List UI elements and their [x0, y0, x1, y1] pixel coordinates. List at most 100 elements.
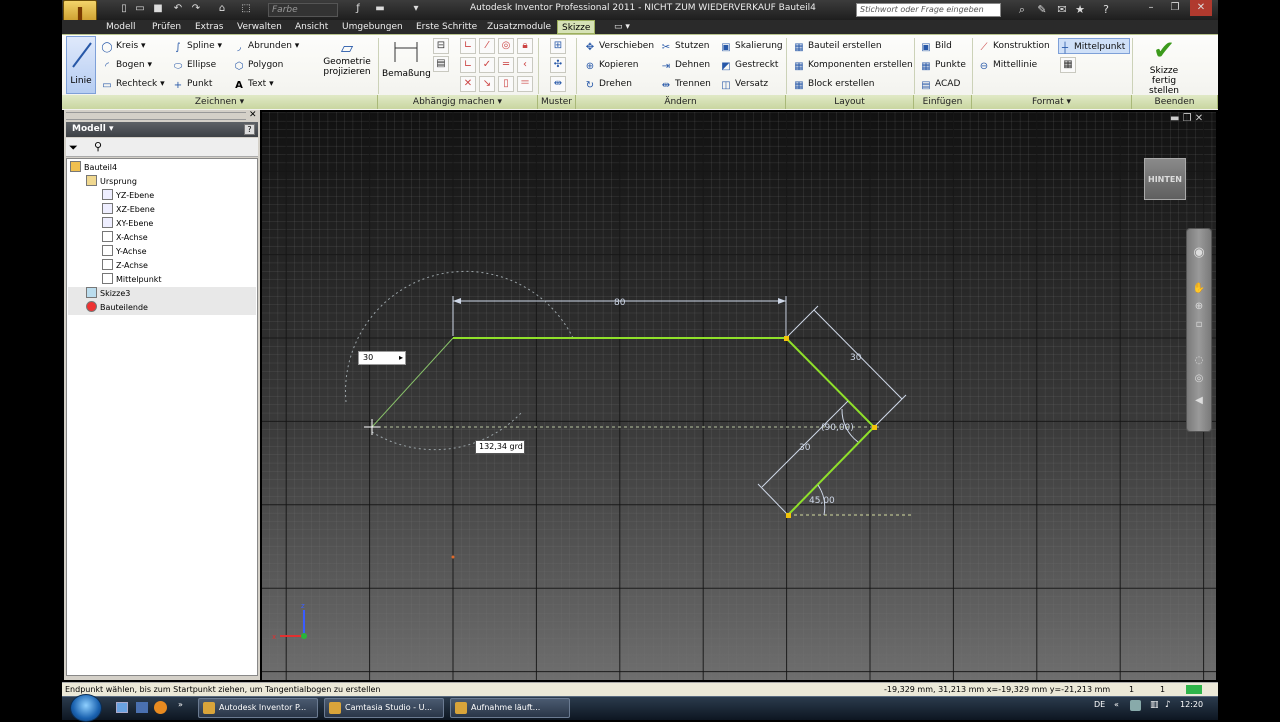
function-icon[interactable]: ƒ [352, 3, 364, 15]
arc-button[interactable]: ◜ Bogen ▾ [101, 57, 152, 73]
open-icon[interactable]: ▭ [134, 3, 146, 15]
points-button[interactable]: ▦ Punkte [920, 57, 966, 73]
viewport-close-icon[interactable]: ✕ [1195, 113, 1203, 124]
tree-node[interactable]: Z-Achse [68, 259, 256, 273]
show-constraints-icon[interactable]: ▤ [433, 56, 449, 72]
concentric-icon[interactable]: ✕ [460, 76, 476, 92]
start-button[interactable] [70, 694, 102, 722]
tray-app-icon[interactable] [1130, 700, 1141, 711]
ellipse-button[interactable]: ⬭ Ellipse [172, 57, 216, 73]
tree-node[interactable]: YZ-Ebene [68, 189, 256, 203]
new-icon[interactable]: ▯ [118, 3, 130, 15]
select-icon[interactable]: ⬚ [240, 3, 252, 15]
make-part-button[interactable]: ▦ Bauteil erstellen [793, 38, 881, 54]
find-icon[interactable]: ⚲ [94, 140, 102, 153]
steering-wheel-icon[interactable]: ◉ [1192, 246, 1206, 260]
minimize-icon[interactable]: – [1140, 0, 1162, 16]
tree-node[interactable]: Skizze3 [68, 287, 256, 301]
tree-node[interactable]: XZ-Ebene [68, 203, 256, 217]
center-point-button[interactable]: ┼ Mittelpunkt [1058, 38, 1131, 54]
task-inventor[interactable]: Autodesk Inventor P... [198, 698, 318, 718]
driven-dimension-icon[interactable]: ▦ [1060, 57, 1076, 73]
panel-close-icon[interactable]: ✕ [249, 110, 259, 120]
extend-button[interactable]: ⇥ Dehnen [660, 57, 710, 73]
close-icon[interactable]: ✕ [1190, 0, 1212, 16]
tab-ansicht[interactable]: Ansicht [291, 20, 332, 34]
dimension-button[interactable]: Bemaßung [382, 38, 431, 94]
image-button[interactable]: ▣ Bild [920, 38, 952, 54]
pan-icon[interactable]: ✋ [1192, 282, 1206, 296]
language-indicator[interactable]: DE [1094, 700, 1105, 709]
restore-icon[interactable]: ❐ [1164, 0, 1186, 16]
line-button[interactable]: Linie [66, 36, 96, 94]
polygon-button[interactable]: ⬡ Polygon [233, 57, 284, 73]
sketch-geometry[interactable]: 80 30 30 (90,00) 45,00 x z [262, 112, 1216, 680]
tree-node[interactable]: XY-Ebene [68, 217, 256, 231]
tangent-icon[interactable]: ◎ [498, 38, 514, 54]
symmetric-icon[interactable]: ▯ [498, 76, 514, 92]
search-icon[interactable]: ⌕ [1016, 4, 1028, 16]
vertical-icon[interactable]: ‹ [517, 57, 533, 73]
home-icon[interactable]: ⌂ [216, 3, 228, 15]
network-icon[interactable]: ▥ [1150, 700, 1159, 710]
horizontal-icon[interactable]: ═ [498, 57, 514, 73]
group-label-abhaengig[interactable]: Abhängig machen ▾ [378, 95, 538, 109]
spline-button[interactable]: ∫ Spline ▾ [172, 38, 222, 54]
group-label-zeichnen[interactable]: Zeichnen ▾ [62, 95, 378, 109]
viewport-restore-icon[interactable]: ❐ [1183, 113, 1192, 124]
browser-header[interactable]: Modell ▾ [66, 122, 258, 137]
parallel-icon[interactable]: ⁄ [479, 38, 495, 54]
stretch-button[interactable]: ◩ Gestreckt [720, 57, 778, 73]
fix-icon[interactable]: 🔒︎ [517, 38, 533, 54]
split-button[interactable]: ⇹ Trennen [660, 76, 711, 92]
filter-icon[interactable]: ⏷ [69, 141, 78, 155]
colinear-icon[interactable]: ✓ [479, 57, 495, 73]
make-components-button[interactable]: ▦ Komponenten erstellen [793, 57, 913, 73]
browser-help-icon[interactable]: ? [244, 124, 255, 135]
scale-button[interactable]: ▣ Skalierung [720, 38, 782, 54]
circle-button[interactable]: ◯ Kreis ▾ [101, 38, 145, 54]
offset-button[interactable]: ◫ Versatz [720, 76, 768, 92]
tree-node[interactable]: Bauteil4 [68, 161, 256, 175]
tab-verwalten[interactable]: Verwalten [233, 20, 286, 34]
viewport-minimize-icon[interactable]: ▬ [1170, 113, 1179, 124]
redo-icon[interactable]: ↷ [190, 3, 202, 15]
trim-button[interactable]: ✂ Stutzen [660, 38, 710, 54]
task-camtasia[interactable]: Camtasia Studio - U... [324, 698, 444, 718]
tab-extras[interactable]: Extras [191, 20, 227, 34]
tab-erste-schritte[interactable]: Erste Schritte [412, 20, 481, 34]
centerline-button[interactable]: ⊖ Mittellinie [978, 57, 1037, 73]
tab-skizze[interactable]: Skizze [557, 20, 596, 34]
panel-grip[interactable] [66, 112, 246, 120]
create-block-button[interactable]: ▦ Block erstellen [793, 76, 874, 92]
auto-dimension-icon[interactable]: ⊟ [433, 38, 449, 54]
length-input[interactable]: 30 ▸ [358, 351, 406, 365]
volume-icon[interactable]: ♪ [1165, 700, 1171, 710]
group-label-format[interactable]: Format ▾ [972, 95, 1132, 109]
ribbon-toggle-icon[interactable]: ▭ ▾ [610, 20, 634, 34]
rectangle-button[interactable]: ▭ Rechteck ▾ [101, 76, 164, 92]
tree-node[interactable]: Bauteilende [68, 301, 256, 315]
communication-icon[interactable]: ✉ [1056, 4, 1068, 16]
acad-button[interactable]: ▤ ACAD [920, 76, 960, 92]
task-recording[interactable]: Aufnahme läuft... [450, 698, 570, 718]
undo-icon[interactable]: ↶ [172, 3, 184, 15]
point-button[interactable]: + Punkt [172, 76, 213, 92]
linetype-icon[interactable]: ▬ [374, 3, 386, 15]
move-button[interactable]: ✥ Verschieben [584, 38, 654, 54]
tab-zusatzmodule[interactable]: Zusatzmodule [483, 20, 555, 34]
help-search-input[interactable]: Stichwort oder Frage eingeben [856, 3, 1001, 17]
fillet-button[interactable]: ◞ Abrunden ▾ [233, 38, 299, 54]
firefox-icon[interactable] [154, 701, 167, 714]
coincident-icon[interactable]: ∟ [460, 57, 476, 73]
tab-modell[interactable]: Modell [102, 20, 140, 34]
clock[interactable]: 12:20 [1180, 700, 1203, 709]
rewind-icon[interactable]: ◀ [1192, 394, 1206, 408]
tab-umgebungen[interactable]: Umgebungen [338, 20, 407, 34]
project-geometry-button[interactable]: ▱ Geometrie projizieren [318, 38, 376, 94]
copy-button[interactable]: ⊕ Kopieren [584, 57, 639, 73]
circular-pattern-icon[interactable]: ✣ [550, 57, 566, 73]
viewport-window-controls[interactable]: ▬ ❐ ✕ [1170, 113, 1216, 127]
tree-node[interactable]: Y-Achse [68, 245, 256, 259]
rectangular-pattern-icon[interactable]: ⊞ [550, 38, 566, 54]
